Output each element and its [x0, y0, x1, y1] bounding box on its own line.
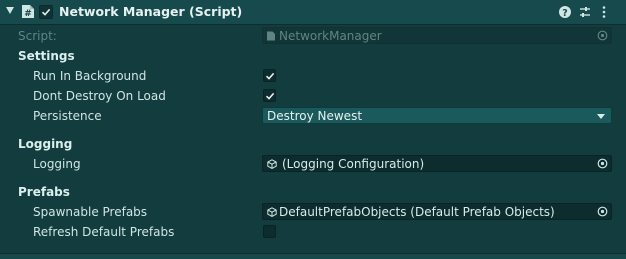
component-title: Network Manager (Script) — [59, 4, 243, 19]
script-icon: # — [22, 5, 34, 19]
kebab-menu-icon[interactable] — [597, 5, 611, 19]
object-picker-icon[interactable] — [597, 158, 608, 169]
scriptable-object-icon — [267, 207, 277, 217]
inspector-panel: # Network Manager (Script) ? Script: Net… — [0, 0, 626, 259]
run-in-background-label: Run In Background — [33, 69, 147, 83]
script-field-value: NetworkManager — [279, 29, 382, 43]
dropdown-arrow-icon — [597, 114, 605, 119]
persistence-dropdown[interactable]: Destroy Newest — [262, 107, 612, 124]
object-picker-icon — [597, 30, 608, 41]
spawnable-prefabs-label: Spawnable Prefabs — [33, 205, 148, 219]
next-component-strip — [0, 254, 626, 259]
foldout-arrow-icon[interactable] — [6, 7, 14, 14]
refresh-default-prefabs-checkbox[interactable] — [263, 225, 276, 238]
logging-field[interactable]: (Logging Configuration) — [262, 155, 612, 172]
spawnable-prefabs-value: DefaultPrefabObjects (Default Prefab Obj… — [279, 205, 555, 219]
object-picker-icon[interactable] — [597, 206, 608, 217]
component-header[interactable]: # Network Manager (Script) ? — [0, 0, 626, 25]
help-icon[interactable]: ? — [558, 5, 572, 19]
settings-header: Settings — [18, 49, 75, 63]
run-in-background-checkbox[interactable] — [263, 69, 276, 82]
checkmark-icon — [265, 92, 275, 100]
logging-label: Logging — [33, 157, 81, 171]
spawnable-prefabs-field[interactable]: DefaultPrefabObjects (Default Prefab Obj… — [262, 203, 612, 220]
script-file-icon — [267, 31, 275, 41]
persistence-label: Persistence — [33, 109, 102, 123]
script-label: Script: — [18, 29, 57, 43]
dont-destroy-on-load-label: Dont Destroy On Load — [33, 89, 166, 103]
scriptable-object-icon — [267, 159, 277, 169]
dont-destroy-on-load-checkbox[interactable] — [263, 89, 276, 102]
checkmark-icon — [41, 8, 51, 16]
prefabs-header: Prefabs — [18, 185, 70, 199]
svg-text:?: ? — [562, 8, 568, 19]
checkmark-icon — [265, 72, 275, 80]
script-field: NetworkManager — [262, 27, 612, 44]
logging-value: (Logging Configuration) — [282, 157, 425, 171]
persistence-value: Destroy Newest — [267, 109, 363, 123]
refresh-default-prefabs-label: Refresh Default Prefabs — [33, 225, 175, 239]
component-enabled-checkbox[interactable] — [39, 5, 53, 19]
svg-text:#: # — [24, 9, 32, 19]
logging-header: Logging — [18, 137, 73, 151]
presets-icon[interactable] — [578, 5, 592, 19]
